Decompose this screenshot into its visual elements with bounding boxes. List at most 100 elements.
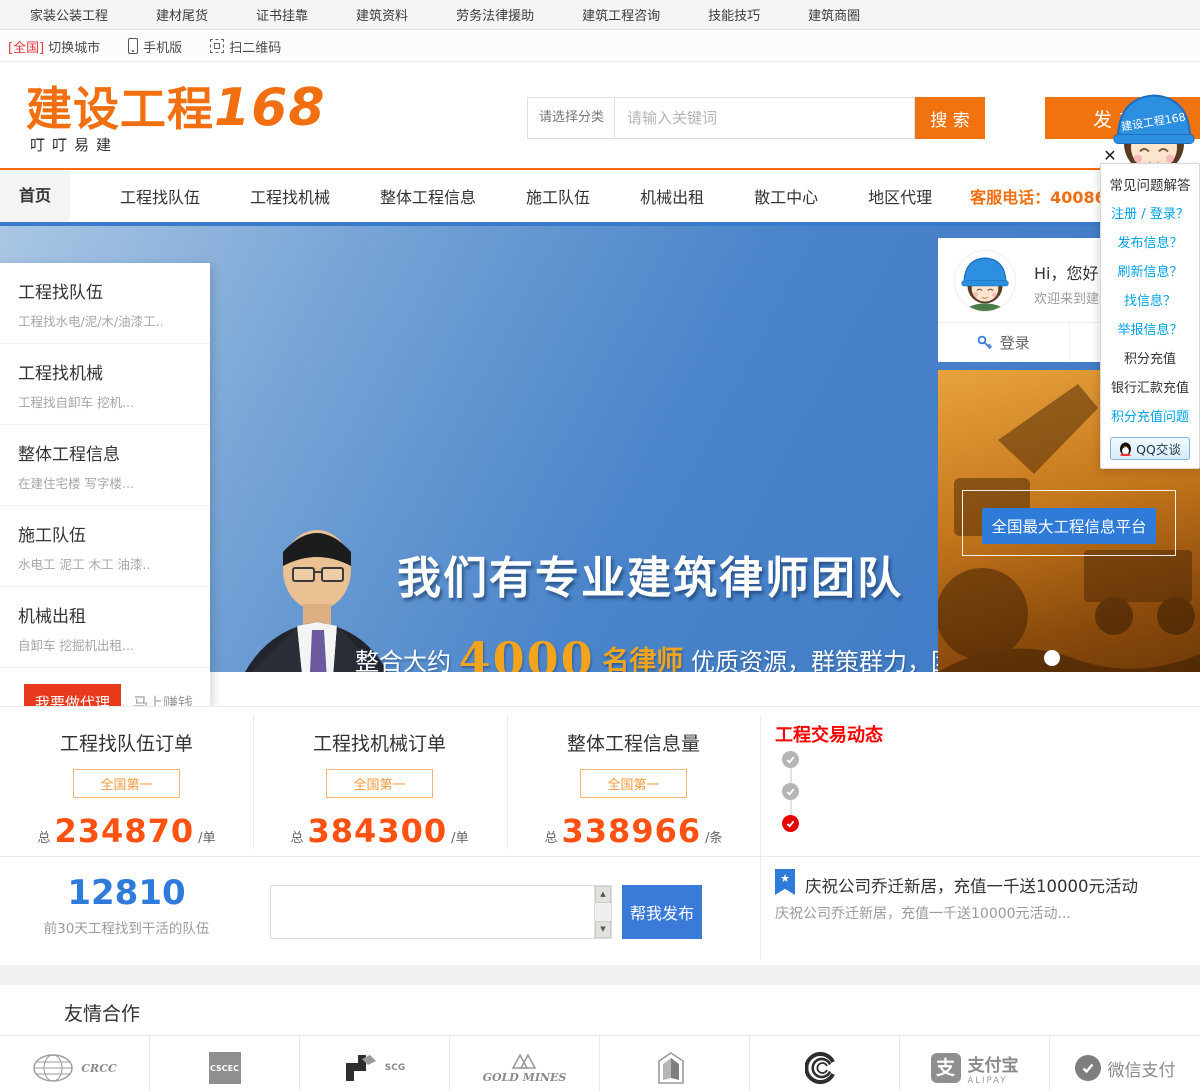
top-nav: 家装公装工程 建材尾货 证书挂靠 建筑资料 劳务法律援助 建筑工程咨询 技能技巧… xyxy=(0,0,1200,30)
qq-chat-button[interactable]: QQ交谈 xyxy=(1110,437,1190,460)
help-me-publish-button[interactable]: 帮我发布 xyxy=(622,885,702,939)
banner-subtitle: 整合大约 4000 名律师 优质资源，群策群力，团队合作办案！ xyxy=(355,632,1099,672)
sidebar-item-project-info[interactable]: 整体工程信息 在建住宅楼 写字楼... xyxy=(0,425,210,506)
mobile-version-link[interactable]: 手机版 xyxy=(128,37,182,56)
faq-link-publish-info[interactable]: 发布信息？ xyxy=(1101,229,1199,258)
partner-logo-alipay[interactable]: 支 支付宝 ALIPAY xyxy=(900,1036,1050,1091)
partner-logo-cscec[interactable]: CSCEC xyxy=(150,1036,300,1091)
search-category-select[interactable]: 请选择分类 xyxy=(527,97,615,139)
top-nav-item[interactable]: 建筑资料 xyxy=(356,5,408,24)
nav-item-crews[interactable]: 施工队伍 xyxy=(526,184,590,208)
stat-value: 234870 xyxy=(54,812,195,850)
mascot-avatar-image xyxy=(961,257,1009,311)
top-nav-item[interactable]: 证书挂靠 xyxy=(256,5,308,24)
stat-prefix: 总 xyxy=(37,831,51,846)
wechat-pay-icon xyxy=(1074,1055,1101,1081)
scroll-down-icon[interactable]: ▼ xyxy=(595,921,611,938)
faq-title: 常见问题解答 xyxy=(1109,178,1191,194)
partner-logo-scg[interactable]: SCG xyxy=(300,1036,450,1091)
faq-link-refresh-info[interactable]: 刷新信息？ xyxy=(1101,258,1199,287)
promo-caption-button[interactable]: 全国最大工程信息平台 xyxy=(982,508,1156,544)
announcement-title[interactable]: 庆祝公司乔迁新居，充值一千送10000元活动 xyxy=(805,873,1138,897)
sidebar-item-title: 工程找机械 xyxy=(18,364,103,384)
sidebar-item-crews[interactable]: 施工队伍 水电工 泥工 木工 油漆.. xyxy=(0,506,210,587)
top-nav-item[interactable]: 劳务法律援助 xyxy=(456,5,534,24)
stat-prefix: 总 xyxy=(544,831,558,846)
nav-item-home[interactable]: 首页 xyxy=(0,170,70,222)
faq-link-find-info[interactable]: 找信息？ xyxy=(1101,287,1199,316)
timeline-check-icon xyxy=(782,751,799,768)
top-nav-item[interactable]: 家装公装工程 xyxy=(30,5,108,24)
stat-title: 工程找机械订单 xyxy=(312,733,446,755)
close-icon[interactable]: ✕ xyxy=(1100,146,1120,166)
stats-section: 工程找队伍订单 全国第一 总 234870/单 工程找机械订单 全国第一 总 384… xyxy=(0,706,1200,965)
partner-logo-building[interactable] xyxy=(600,1036,750,1091)
stat-badge: 全国第一 xyxy=(326,769,433,798)
building-mark-icon xyxy=(658,1052,684,1084)
sidebar-item-find-team[interactable]: 工程找队伍 工程找水电/泥/木/油漆工.. xyxy=(0,263,210,344)
nav-item-find-team[interactable]: 工程找队伍 xyxy=(120,184,200,208)
faq-link-report-info[interactable]: 举报信息？ xyxy=(1101,316,1199,345)
nav-item-region-agent[interactable]: 地区代理 xyxy=(868,184,932,208)
sidebar-item-title: 整体工程信息 xyxy=(18,445,120,465)
current-region[interactable]: [全国] xyxy=(8,37,44,56)
scroll-up-icon[interactable]: ▲ xyxy=(595,886,611,903)
scan-qr-label: 扫二维码 xyxy=(229,40,282,56)
promo-carousel-dot[interactable] xyxy=(1044,650,1060,666)
faq-link-register-login[interactable]: 注册 / 登录？ xyxy=(1101,200,1199,229)
nav-item-machine-rent[interactable]: 机械出租 xyxy=(640,184,704,208)
top-nav-item[interactable]: 建材尾货 xyxy=(156,5,208,24)
announcement-desc: 庆祝公司乔迁新居，充值一千送10000元活动... xyxy=(775,906,1071,922)
partner-logo-crcc[interactable]: CRCC xyxy=(0,1036,150,1091)
partner-logo-swirl[interactable] xyxy=(750,1036,900,1091)
cscec-mark-icon: CSCEC xyxy=(208,1052,241,1084)
quick-publish-textarea[interactable] xyxy=(271,886,611,938)
faq-link-bank-transfer[interactable]: 银行汇款充值 xyxy=(1101,374,1199,403)
partner-label: CRCC xyxy=(81,1061,117,1075)
partner-logo-wechat-pay[interactable]: 微信支付 xyxy=(1050,1036,1200,1091)
qq-penguin-icon xyxy=(1120,442,1132,456)
partner-label: GOLD MINES xyxy=(482,1070,567,1084)
avatar xyxy=(954,250,1016,312)
gold-mines-mark-icon xyxy=(512,1052,537,1069)
sidebar-item-find-machine[interactable]: 工程找机械 工程找自卸车 挖机... xyxy=(0,344,210,425)
login-label: 登录 xyxy=(999,334,1030,352)
nav-item-labor-center[interactable]: 散工中心 xyxy=(754,184,818,208)
faq-link-recharge[interactable]: 积分充值 xyxy=(1101,345,1199,374)
stat-title: 工程找队伍订单 xyxy=(59,733,193,755)
team-hired-desc: 前30天工程找到干活的队伍 xyxy=(43,921,210,937)
stat-unit: /条 xyxy=(705,831,723,846)
login-button[interactable]: 登录 xyxy=(938,323,1069,362)
stat-value: 338966 xyxy=(561,812,702,850)
timeline-check-icon-active xyxy=(782,815,799,832)
top-nav-item[interactable]: 建筑商圈 xyxy=(808,5,860,24)
scrollbar[interactable]: ▲ ▼ xyxy=(594,886,611,938)
partners-title: 友情合作 xyxy=(64,1003,141,1025)
top-nav-item[interactable]: 技能技巧 xyxy=(708,5,760,24)
nav-item-find-machine[interactable]: 工程找机械 xyxy=(250,184,330,208)
timeline-check-icon xyxy=(782,783,799,800)
nav-item-project-info[interactable]: 整体工程信息 xyxy=(380,184,476,208)
sidebar-item-desc: 工程找水电/泥/木/油漆工.. xyxy=(18,314,164,329)
scan-qr-link[interactable]: 扫二维码 xyxy=(210,37,281,56)
sidebar-item-title: 机械出租 xyxy=(18,607,86,627)
team-hired-count: 12810 xyxy=(67,873,186,913)
stat-card-machine-orders: 工程找机械订单 全国第一 总 384300/单 xyxy=(253,707,506,856)
category-sidebar: 工程找队伍 工程找水电/泥/木/油漆工.. 工程找机械 工程找自卸车 挖机...… xyxy=(0,263,210,721)
footer-partners-section: 友情合作 CRCC CSCEC SCG GOLD MINES 支 支付宝 ALI… xyxy=(0,985,1200,1091)
banner-title: 我们有专业建筑律师团队 xyxy=(397,553,903,604)
qq-chat-label: QQ交谈 xyxy=(1136,442,1181,457)
faq-link-recharge-problem[interactable]: 积分充值问题 xyxy=(1101,403,1199,432)
search-input[interactable] xyxy=(615,97,915,139)
bookmark-icon: ★ xyxy=(775,869,795,895)
search-button[interactable]: 搜 索 xyxy=(915,97,985,139)
sidebar-item-desc: 水电工 泥工 木工 油漆.. xyxy=(18,557,151,572)
utility-bar: [全国] 切换城市 手机版 扫二维码 xyxy=(0,31,1200,62)
partner-logo-gold-mines[interactable]: GOLD MINES xyxy=(450,1036,600,1091)
swirl-mark-icon xyxy=(805,1052,835,1084)
user-greeting: Hi，您好 xyxy=(1034,264,1099,283)
switch-city-link[interactable]: 切换城市 xyxy=(48,37,100,56)
top-nav-item[interactable]: 建筑工程咨询 xyxy=(582,5,660,24)
sidebar-item-machine-rent[interactable]: 机械出租 自卸车 挖掘机出租... xyxy=(0,587,210,668)
site-logo[interactable]: 建设工程168 xyxy=(26,82,326,134)
